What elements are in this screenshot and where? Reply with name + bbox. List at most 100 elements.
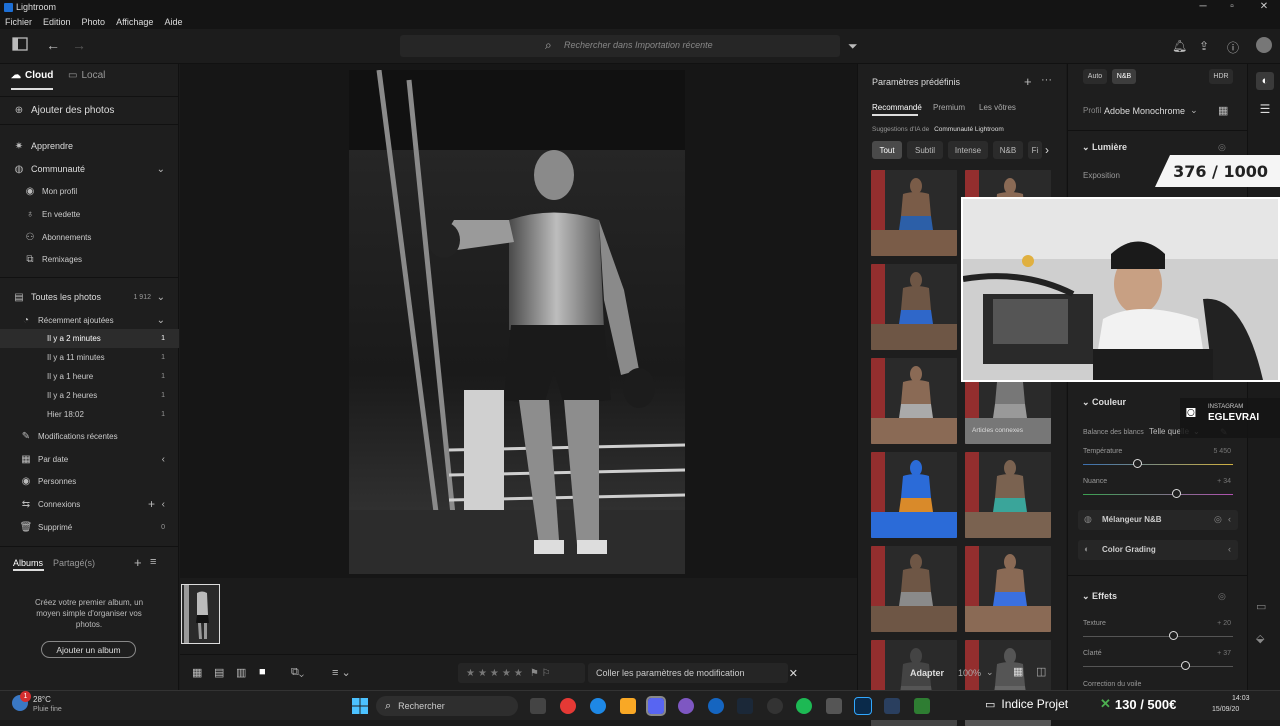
sidebar-item-remixes[interactable]: ⧉ Remixages xyxy=(0,248,179,270)
sidebar-item-featured[interactable]: ♁ En vedette xyxy=(0,203,179,225)
app-icon[interactable] xyxy=(826,698,842,714)
add-preset-icon[interactable]: + xyxy=(1024,74,1032,89)
sidebar-item-people[interactable]: ◉ Personnes xyxy=(0,470,179,492)
add-connection-icon[interactable]: + xyxy=(148,497,155,511)
chip-intense[interactable]: Intense xyxy=(948,141,988,159)
menu-edition[interactable]: Edition xyxy=(43,17,71,27)
sidebar-item-recent[interactable]: ◔ Récemment ajoutées ⌄ xyxy=(0,309,179,331)
eye-icon[interactable]: ◎ xyxy=(1218,142,1226,153)
auto-button[interactable]: Auto xyxy=(1083,69,1107,84)
sidebar-item-all-photos[interactable]: ▤ Toutes les photos 1 912 ⌄ xyxy=(0,286,179,308)
profile-select[interactable]: Adobe Monochrome ⌄ xyxy=(1104,105,1198,116)
sidebar-item-community[interactable]: ◍ Communauté ⌄ xyxy=(0,158,179,180)
eye-icon[interactable]: ◎ xyxy=(1214,514,1222,525)
menu-aide[interactable]: Aide xyxy=(164,17,182,27)
rating-stars[interactable]: ★★★★★ ⚑ ⚐ xyxy=(458,663,585,683)
help-icon[interactable]: ⓘ xyxy=(1227,39,1239,56)
sidebar-item-connections[interactable]: ⇆ Connexions + ‹ xyxy=(0,493,179,515)
windows-start-icon[interactable] xyxy=(352,698,368,714)
preset-thumbnail[interactable] xyxy=(871,264,957,350)
obs-icon[interactable] xyxy=(767,698,783,714)
grid-large-icon[interactable]: ▦ xyxy=(192,666,202,679)
flag-icon[interactable]: ⚑ ⚐ xyxy=(530,668,551,679)
grid-small-icon[interactable]: ▤ xyxy=(214,666,224,679)
sort-icon[interactable]: ≡ ⌄ xyxy=(332,666,351,679)
edit-tool-icon[interactable]: ◐ xyxy=(1256,72,1274,90)
close-icon[interactable]: ✕ xyxy=(1254,1,1274,12)
more-icon[interactable]: ··· xyxy=(1041,74,1052,86)
app-icon[interactable] xyxy=(708,698,724,714)
bw-button[interactable]: N&B xyxy=(1112,69,1136,84)
taskbar-search-input[interactable]: ⌕ Rechercher xyxy=(376,696,518,716)
file-explorer-icon[interactable] xyxy=(620,698,636,714)
paste-settings-button[interactable]: Coller les paramètres de modification ✕ xyxy=(588,663,798,683)
texture-slider-knob[interactable] xyxy=(1168,631,1178,640)
recent-item[interactable]: Il y a 1 heure 1 xyxy=(0,367,179,386)
chrome-icon[interactable] xyxy=(560,698,576,714)
steam-icon[interactable] xyxy=(884,698,900,714)
tab-recommended[interactable]: Recommandé xyxy=(872,103,922,112)
preset-thumbnail[interactable] xyxy=(871,452,957,538)
single-view-icon[interactable]: ■ xyxy=(259,666,266,678)
main-photo[interactable] xyxy=(349,70,685,574)
sidebar-item-deleted[interactable]: 🗑︎ Supprimé 0 xyxy=(0,516,179,538)
chevron-down-icon[interactable]: ⌄ xyxy=(157,164,165,175)
menu-affichage[interactable]: Affichage xyxy=(116,17,153,27)
menu-fichier[interactable]: Fichier xyxy=(5,17,32,27)
star-icon[interactable]: ★★★★★ xyxy=(466,668,526,679)
chip-bw[interactable]: N&B xyxy=(993,141,1023,159)
search-input[interactable]: ⌕ Rechercher dans Importation récente xyxy=(400,35,840,57)
share-icon[interactable]: ⇪ xyxy=(1199,39,1209,53)
steam-icon[interactable] xyxy=(737,698,753,714)
tab-local[interactable]: ▭ Local xyxy=(68,70,105,81)
chevron-left-icon[interactable]: ‹ xyxy=(1228,544,1231,554)
sidebar-item-recent-edits[interactable]: ✎ Modifications récentes xyxy=(0,425,179,447)
filmstrip-thumbnail[interactable] xyxy=(181,584,220,644)
preset-thumbnail[interactable] xyxy=(871,546,957,632)
preset-thumbnail[interactable] xyxy=(965,546,1051,632)
clarity-slider-knob[interactable] xyxy=(1180,661,1190,670)
eye-icon[interactable]: ◎ xyxy=(1218,591,1226,602)
sidebar-item-learn[interactable]: ✷ Apprendre xyxy=(0,135,179,157)
task-view-icon[interactable] xyxy=(530,698,546,714)
tab-shared[interactable]: Partagé(s) xyxy=(53,558,95,568)
tab-cloud[interactable]: ☁ Cloud xyxy=(11,70,53,81)
sliders-icon[interactable]: ☰ xyxy=(1256,102,1274,120)
color-section-header[interactable]: ⌄ Couleur xyxy=(1082,397,1126,408)
menu-photo[interactable]: Photo xyxy=(82,17,106,27)
forward-arrow-icon[interactable]: → xyxy=(72,37,86,53)
compare-view-icon[interactable]: ▦ xyxy=(1013,665,1023,678)
add-album-icon[interactable]: + xyxy=(134,555,142,570)
avatar[interactable] xyxy=(1256,37,1272,53)
sidebar-item-profile[interactable]: ◉ Mon profil xyxy=(0,180,179,202)
add-photos-button[interactable]: ⊕ Ajouter des photos xyxy=(0,99,179,121)
recent-item[interactable]: Il y a 2 minutes 1 xyxy=(0,329,179,348)
minimize-icon[interactable]: ─ xyxy=(1193,1,1213,12)
preset-thumbnail[interactable] xyxy=(871,170,957,256)
bell-icon[interactable]: 🔔︎ xyxy=(1172,39,1187,53)
fit-button[interactable]: Adapter 100% ⌄ xyxy=(910,667,994,678)
copilot-icon[interactable] xyxy=(678,698,694,714)
filter-icon[interactable]: ⏷ xyxy=(848,39,858,54)
sidebar-item-subscriptions[interactable]: ⚇ Abonnements xyxy=(0,226,179,248)
chevron-left-icon[interactable]: ‹ xyxy=(1228,514,1231,524)
lightroom-taskbar-icon[interactable] xyxy=(854,697,872,715)
stack-icon[interactable]: ⧉⌄ xyxy=(291,666,304,679)
sort-icon[interactable]: ≡ xyxy=(150,556,156,568)
chevron-right-icon[interactable]: › xyxy=(1045,143,1049,157)
hdr-button[interactable]: HDR xyxy=(1209,69,1233,84)
close-icon[interactable]: ✕ xyxy=(789,667,798,680)
color-grading-panel[interactable]: ◐ Color Grading ‹ xyxy=(1078,540,1238,560)
add-album-button[interactable]: Ajouter un album xyxy=(41,641,136,658)
tag-icon[interactable]: ⬙ xyxy=(1256,632,1264,645)
tab-yours[interactable]: Les vôtres xyxy=(979,103,1016,112)
info-icon[interactable]: ▭ xyxy=(1256,600,1266,613)
spotify-icon[interactable] xyxy=(796,698,812,714)
sidebar-item-by-date[interactable]: ▦ Par date ‹ xyxy=(0,448,179,470)
compare-icon[interactable]: ▥ xyxy=(236,666,246,679)
back-arrow-icon[interactable]: ← xyxy=(46,37,60,53)
chip-fi[interactable]: Fi xyxy=(1028,141,1042,159)
maximize-icon[interactable]: ▫ xyxy=(1222,1,1242,12)
chip-subtle[interactable]: Subtil xyxy=(907,141,943,159)
chevron-down-icon[interactable]: ⌄ xyxy=(157,315,165,326)
